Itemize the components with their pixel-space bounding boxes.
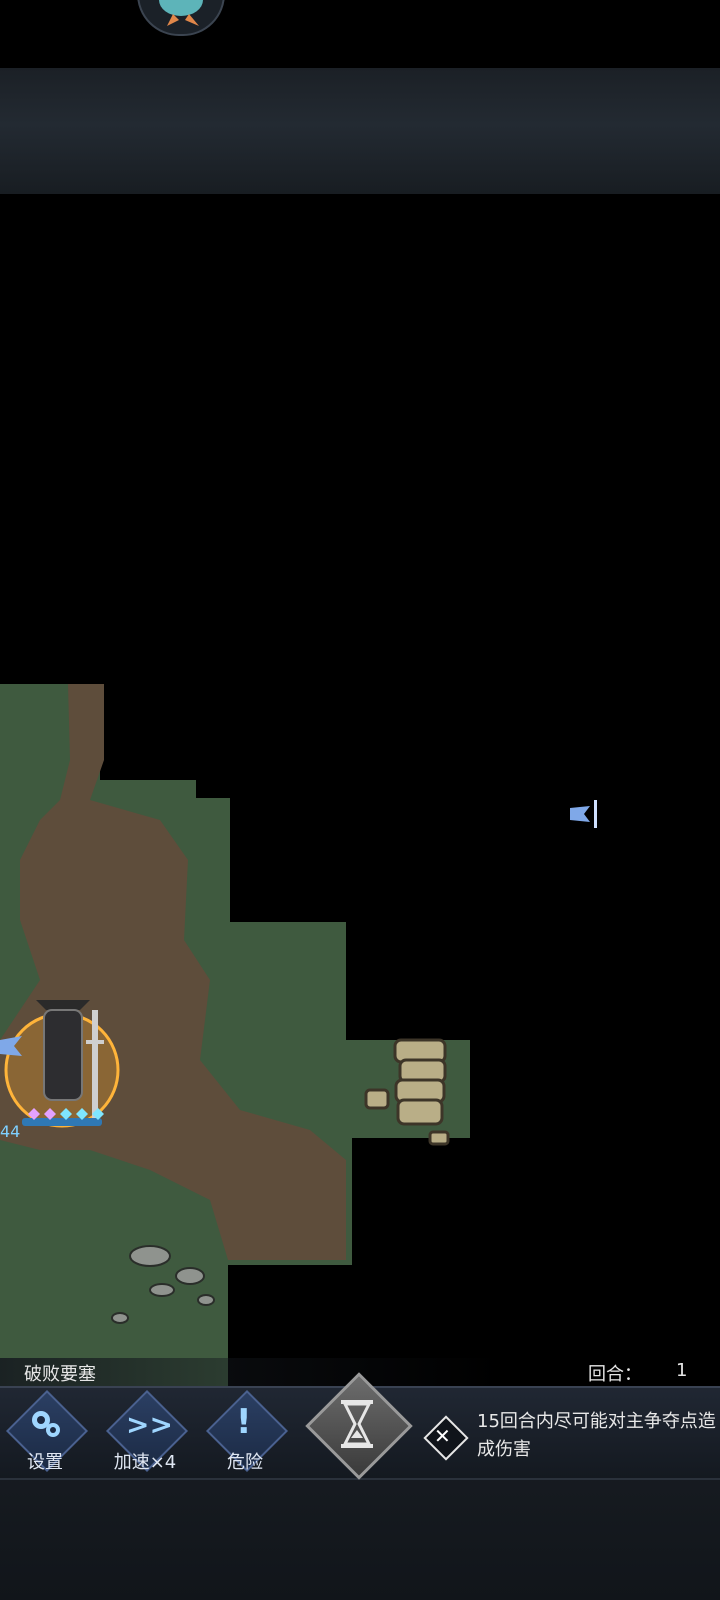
round-label: 回合：	[588, 1364, 642, 1385]
end-turn-button[interactable]	[305, 1372, 413, 1480]
unit-level-text: 44	[0, 1122, 21, 1141]
objective-flag	[570, 800, 597, 828]
exclamation-icon: !	[236, 1402, 252, 1442]
danger-label: 危险	[227, 1452, 263, 1473]
speed-label: 加速×4	[113, 1452, 177, 1473]
top-banner	[0, 68, 720, 194]
fast-forward-icon: >>	[126, 1408, 173, 1441]
settings-button[interactable]: 设置	[5, 1389, 89, 1473]
hourglass-icon	[341, 1400, 373, 1448]
battle-map[interactable]: 44	[0, 194, 720, 1386]
speed-button[interactable]: >> 加速×4	[105, 1389, 189, 1473]
top-black-strip	[0, 0, 720, 68]
gear-icon	[32, 1411, 60, 1437]
settings-label: 设置	[27, 1452, 63, 1473]
objective-icon: ✕	[422, 1414, 469, 1461]
danger-button[interactable]: ! 危险	[205, 1389, 289, 1473]
objective-text: 15回合内尽可能对主争夺点造成伤害	[477, 1411, 716, 1460]
stage-name: 破败要塞	[24, 1364, 96, 1385]
round-value: 1	[676, 1360, 688, 1381]
